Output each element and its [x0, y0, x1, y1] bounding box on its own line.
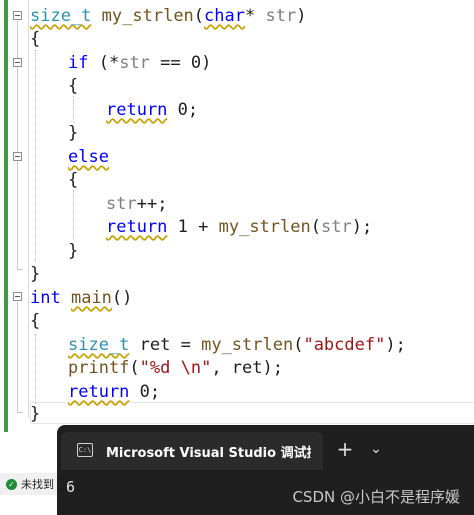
code-token: my_strlen — [201, 335, 294, 355]
code-token: } — [68, 241, 79, 261]
code-token: my_strlen — [101, 6, 194, 26]
code-token: 1 + — [167, 217, 219, 237]
code-token: main — [70, 288, 112, 308]
code-token: { — [68, 76, 79, 96]
code-line-return[interactable]: return 0; — [68, 381, 160, 404]
code-token: ( — [129, 358, 140, 378]
code-line[interactable]: { — [30, 310, 40, 333]
code-token: char — [204, 6, 245, 26]
indent-guide — [73, 190, 74, 240]
indent-guide — [35, 50, 36, 262]
code-token: str — [320, 217, 352, 237]
collapse-icon[interactable] — [13, 11, 22, 20]
console-output: 6 — [66, 478, 76, 496]
code-line[interactable]: { — [30, 28, 40, 51]
indent-guide — [35, 334, 36, 404]
code-line-call[interactable]: size_t ret = my_strlen("abcdef"); — [68, 334, 406, 357]
code-line[interactable]: { — [68, 75, 78, 98]
code-token: if — [68, 53, 89, 73]
code-token: } — [30, 264, 41, 284]
collapse-icon[interactable] — [13, 152, 22, 161]
code-token: { — [30, 29, 41, 49]
code-token: { — [30, 311, 41, 331]
code-token: ( — [293, 335, 304, 355]
fold-end — [17, 412, 23, 413]
code-token: (* — [88, 53, 120, 73]
code-token: ( — [193, 6, 205, 26]
code-line-increment[interactable]: str++; — [106, 193, 167, 216]
code-line-printf[interactable]: printf("%d \n", ret); — [68, 357, 283, 380]
code-line-recursive-return[interactable]: return 1 + my_strlen(str); — [106, 216, 372, 239]
code-token: else — [68, 147, 109, 167]
code-token: * — [245, 6, 266, 26]
code-line-return[interactable]: return 0; — [106, 99, 198, 122]
fold-end — [17, 269, 23, 270]
code-token: 0; — [167, 100, 199, 120]
code-token: return — [106, 100, 168, 120]
code-token: 0; — [129, 382, 161, 402]
check-circle-icon: ✓ — [6, 478, 17, 490]
change-tracking-bar — [4, 0, 8, 432]
code-token: , ret); — [211, 358, 283, 378]
code-token: str — [119, 53, 150, 73]
status-text: 未找到 — [21, 478, 54, 491]
code-token: } — [68, 123, 79, 143]
code-token: size_t — [68, 335, 130, 355]
gutter-separator — [28, 0, 29, 418]
code-token: ( — [310, 217, 321, 237]
chevron-down-icon[interactable]: ⌄ — [363, 437, 389, 461]
code-token: ret = — [129, 335, 202, 355]
code-line-if[interactable]: if (*str == 0) — [68, 52, 211, 75]
code-token: str — [265, 6, 297, 26]
code-line[interactable]: { — [68, 169, 78, 192]
code-token: printf — [68, 358, 130, 378]
code-line-main[interactable]: int main() — [30, 287, 132, 310]
status-bar: ✓ 未找到 — [0, 473, 60, 495]
code-token: ) — [296, 6, 307, 26]
code-editor[interactable]: size_t my_strlen(char* str) { if (*str =… — [0, 0, 474, 475]
code-token: () — [111, 288, 133, 308]
current-line-highlight — [30, 402, 474, 424]
console-tab[interactable]: C:\ Microsoft Visual Studio 调试控制台 — [61, 432, 323, 470]
code-token: ++; — [136, 194, 168, 214]
code-token: str — [106, 194, 137, 214]
indent-guide — [73, 96, 74, 122]
code-token: size_t — [30, 6, 92, 26]
code-token: ); — [351, 217, 373, 237]
code-token: "abcdef" — [303, 335, 386, 355]
code-token: "%d \n" — [139, 358, 212, 378]
code-line[interactable]: } — [30, 263, 40, 286]
code-token: return — [106, 217, 168, 237]
code-line[interactable]: } — [68, 122, 78, 145]
code-token: == 0) — [149, 53, 212, 73]
code-token: { — [68, 170, 79, 190]
console-icon: C:\ — [77, 443, 93, 457]
console-tab-title: Microsoft Visual Studio 调试控制台 — [106, 446, 311, 461]
code-token: } — [30, 404, 41, 424]
code-line[interactable]: } — [30, 403, 40, 426]
code-token: int — [30, 288, 61, 308]
new-tab-button[interactable]: + — [332, 437, 358, 461]
code-token: ); — [385, 335, 406, 355]
watermark: CSDN @小白不是程序媛 — [292, 488, 460, 506]
code-token: my_strlen — [218, 217, 311, 237]
code-line-else[interactable]: else — [68, 146, 109, 169]
fold-line — [17, 302, 18, 412]
collapse-icon[interactable] — [13, 58, 22, 67]
code-line[interactable]: } — [68, 240, 78, 263]
collapse-icon[interactable] — [13, 292, 22, 301]
code-token: return — [68, 382, 130, 402]
code-line-function-signature[interactable]: size_t my_strlen(char* str) — [30, 5, 306, 28]
